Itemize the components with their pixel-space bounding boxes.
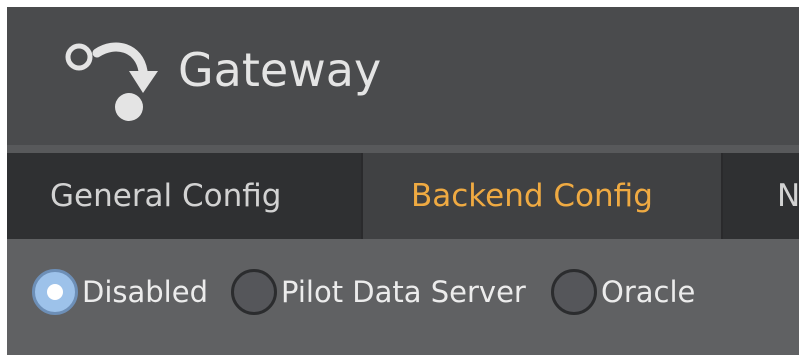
radio-button-selected[interactable]: [32, 269, 78, 315]
gateway-icon: [65, 42, 158, 121]
tab-bar-divider: [7, 145, 799, 153]
radio-label-pilot-data-server: Pilot Data Server: [281, 275, 526, 309]
radio-pilot-data-server[interactable]: Pilot Data Server: [231, 267, 526, 317]
tab-backend-config[interactable]: Backend Config: [361, 153, 723, 239]
tab-next-partial[interactable]: N: [723, 153, 799, 239]
tab-general-config[interactable]: General Config: [7, 153, 361, 239]
app-title: Gateway: [178, 43, 382, 97]
radio-disabled[interactable]: Disabled: [32, 267, 208, 317]
radio-label-disabled: Disabled: [82, 275, 208, 309]
title-bar: Gateway: [7, 7, 799, 145]
radio-button[interactable]: [551, 269, 597, 315]
gateway-window: Gateway General Config Backend Config N …: [7, 7, 799, 355]
radio-button[interactable]: [231, 269, 277, 315]
radio-label-oracle: Oracle: [601, 275, 696, 309]
radio-oracle[interactable]: Oracle: [551, 267, 695, 317]
